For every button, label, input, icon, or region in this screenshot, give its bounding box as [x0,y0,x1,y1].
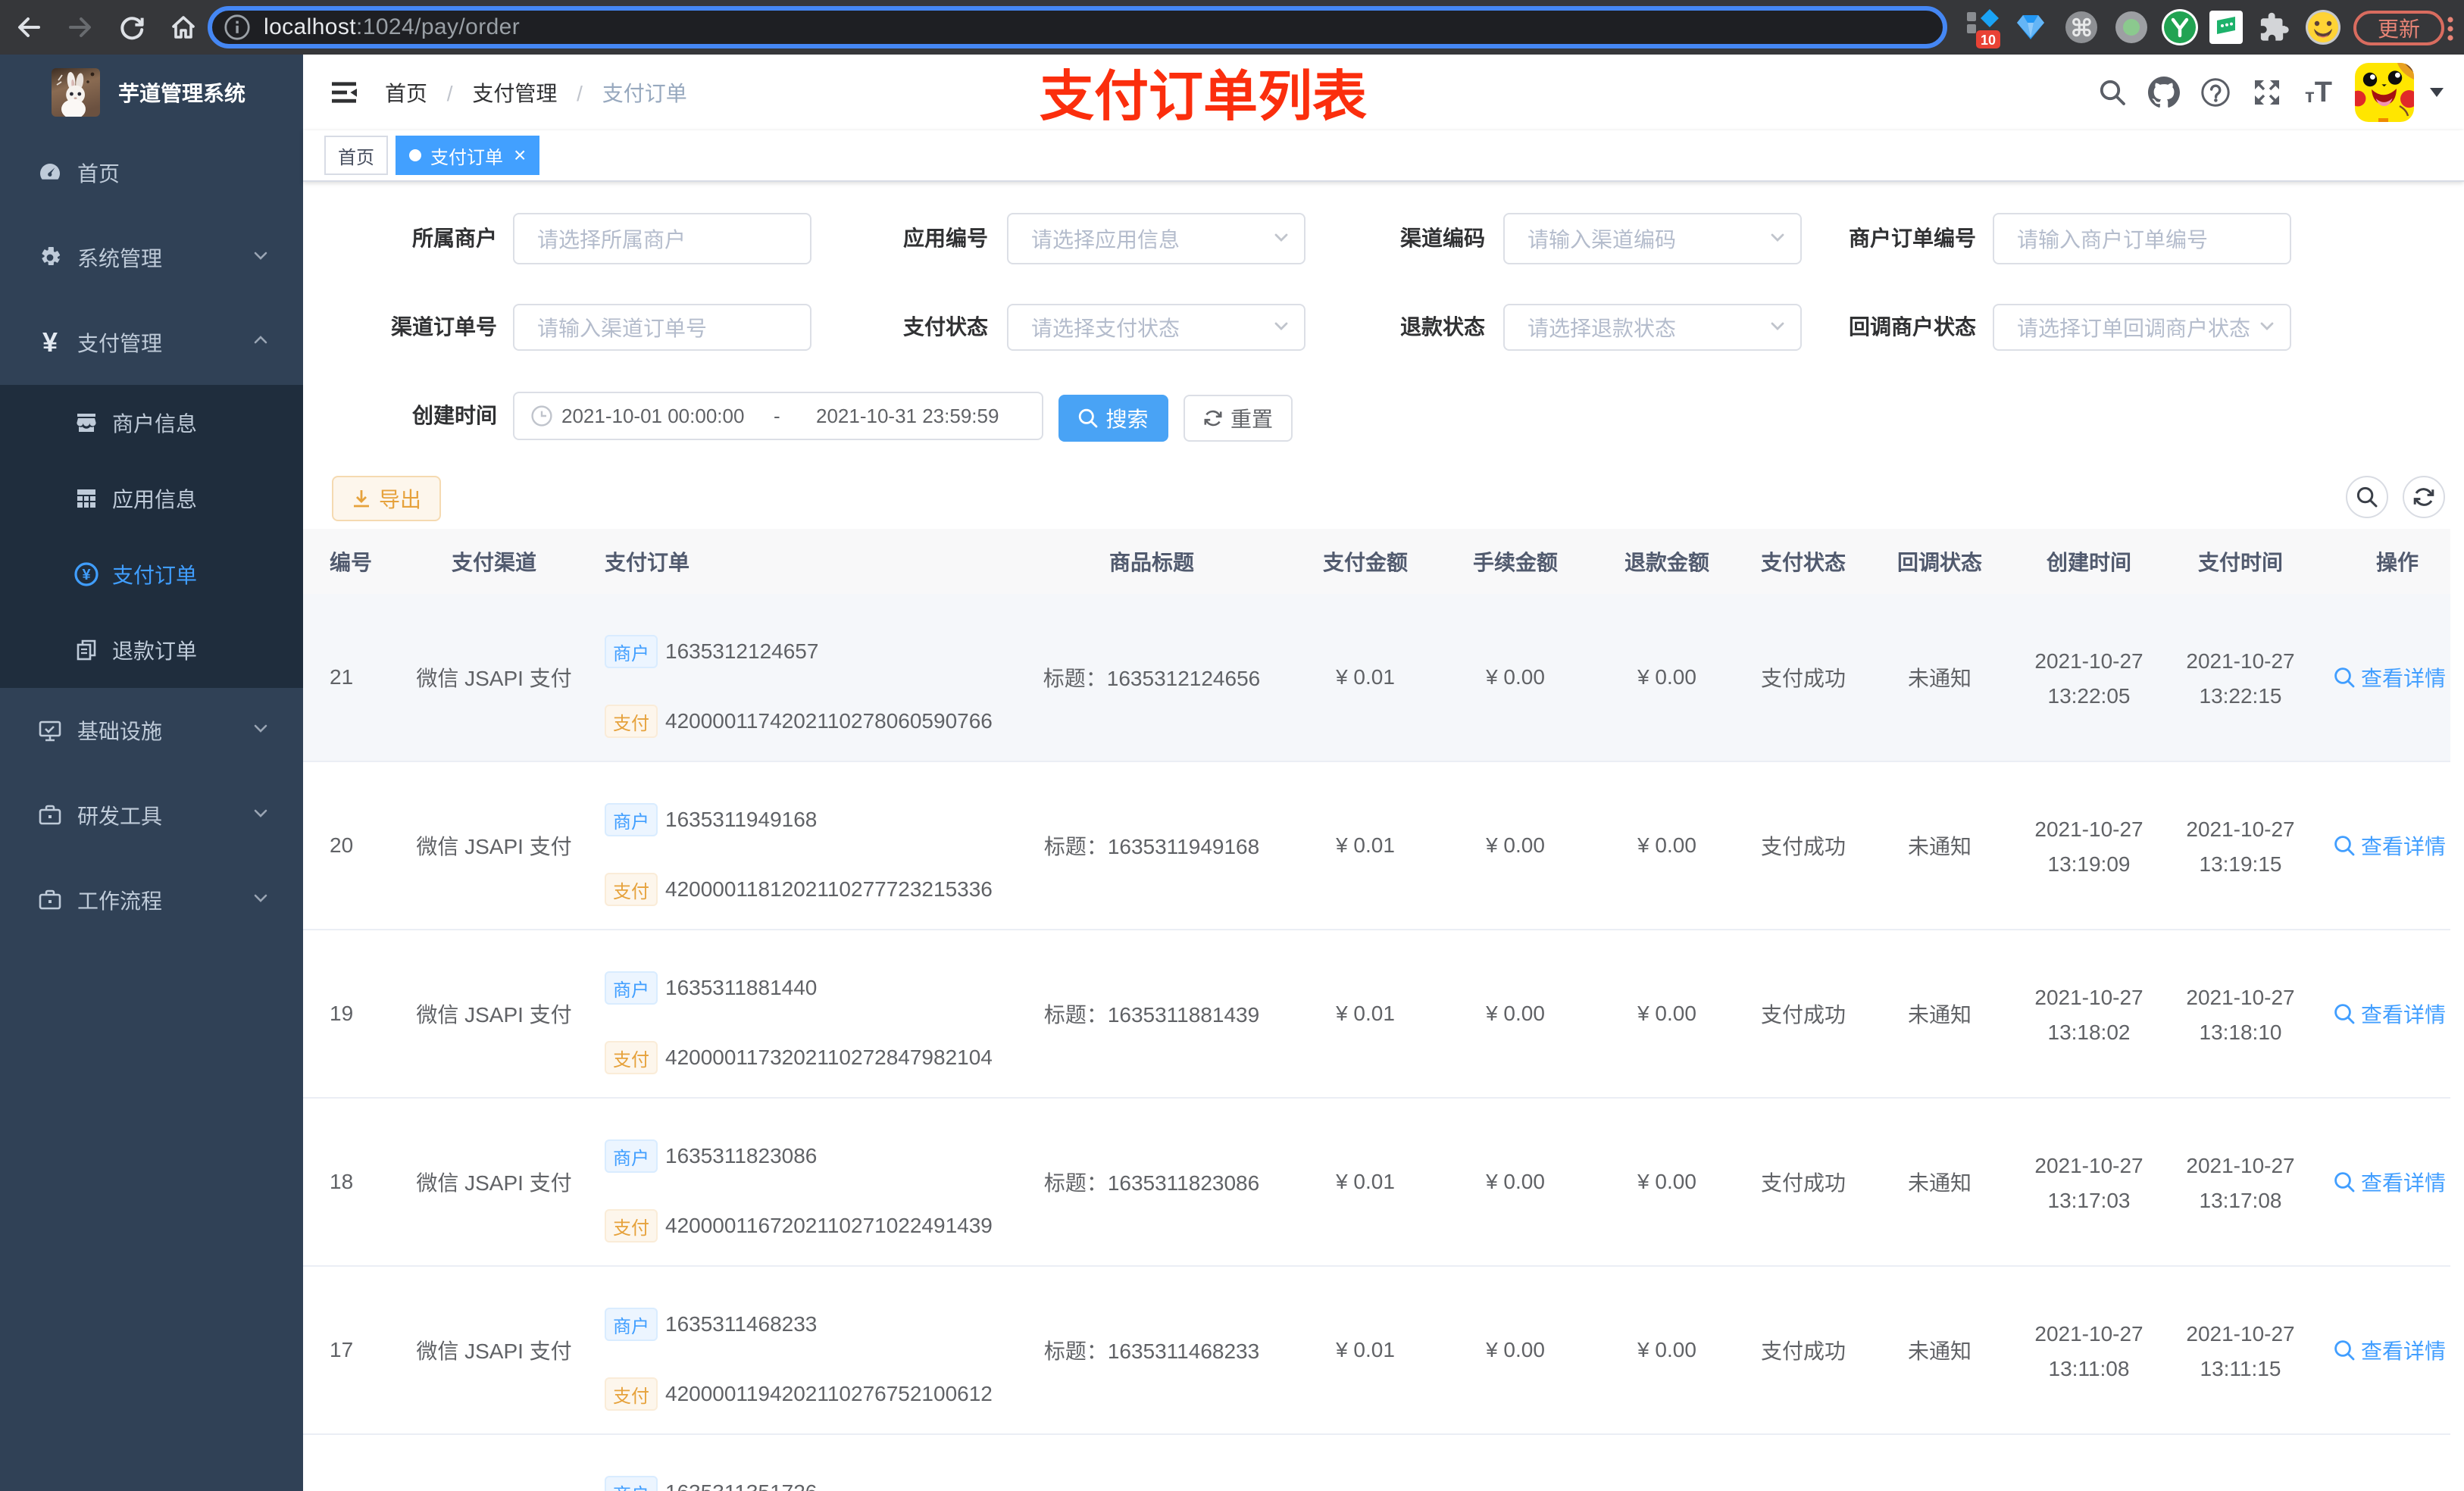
svg-text:¥: ¥ [82,567,91,583]
svg-text:10: 10 [1981,33,1996,48]
